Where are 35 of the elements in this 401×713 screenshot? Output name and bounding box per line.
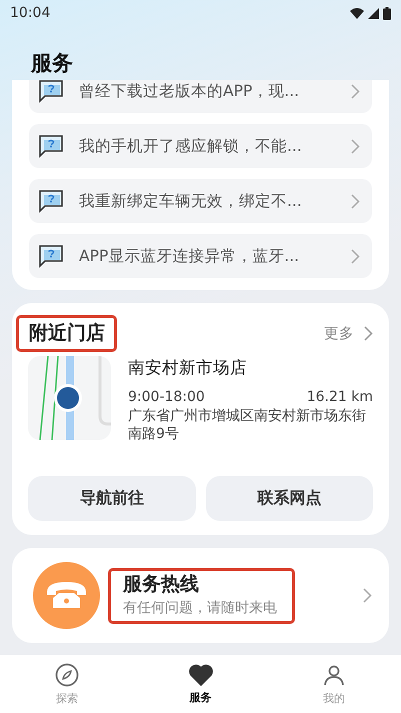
chevron-icon — [364, 326, 373, 341]
heart-icon — [188, 664, 212, 686]
chevron-icon — [351, 194, 360, 208]
faq-item[interactable]: 我的手机开了感应解锁，不能... — [29, 124, 372, 168]
nav-tab[interactable]: 服务 — [134, 655, 268, 713]
action-button[interactable]: 联系网点 — [206, 476, 373, 521]
section-title: 附近门店 — [16, 315, 117, 352]
question-bubble-icon — [39, 244, 63, 268]
chevron-icon — [363, 588, 372, 603]
battery-icon — [383, 6, 391, 20]
chevron-icon — [351, 138, 360, 154]
page-title: 服务 — [31, 50, 73, 77]
hotline-title: 服务热线 — [123, 572, 200, 596]
question-bubble-icon — [39, 134, 63, 158]
chevron-icon — [351, 84, 360, 98]
store-hours: 9:00-18:00 — [128, 389, 205, 405]
hotline-card[interactable]: 服务热线 有任何问题，请随时来电 — [12, 548, 389, 643]
compass-icon — [54, 662, 79, 686]
status-time: 10:04 — [10, 5, 50, 21]
person-icon — [322, 662, 346, 686]
question-bubble-icon — [39, 80, 63, 102]
faq-item[interactable]: APP显示蓝牙连接异常，蓝牙... — [29, 234, 372, 278]
telephone-icon — [33, 562, 100, 629]
more-link[interactable]: 更多 — [324, 324, 373, 343]
store-name: 南安村新市场店 — [128, 357, 248, 379]
faq-item[interactable]: 曾经下载过老版本的APP，现... — [29, 80, 372, 113]
chevron-icon — [351, 248, 360, 264]
store-address: 广东省广州市增城区南安村新市场东街南路9号 — [128, 407, 367, 443]
faq-item[interactable]: 我重新绑定车辆无效，绑定不... — [29, 179, 372, 223]
wifi-icon — [350, 8, 364, 18]
store-distance: 16.21 km — [306, 389, 373, 405]
signal-icon — [368, 8, 379, 18]
question-bubble-icon — [39, 190, 63, 212]
hotline-subtitle: 有任何问题，请随时来电 — [123, 598, 278, 616]
action-button[interactable]: 导航前往 — [28, 476, 196, 521]
